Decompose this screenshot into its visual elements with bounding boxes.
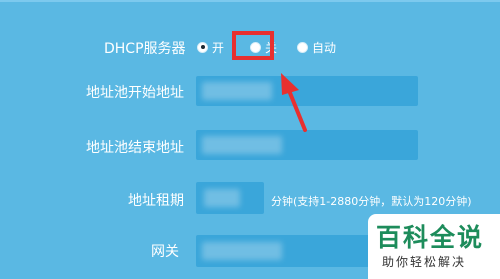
watermark-subtitle: 助你轻松解决 — [382, 255, 467, 269]
watermark-logo: 百科全说 助你轻松解决 — [368, 214, 500, 279]
watermark-title: 百科全说 — [376, 223, 485, 252]
